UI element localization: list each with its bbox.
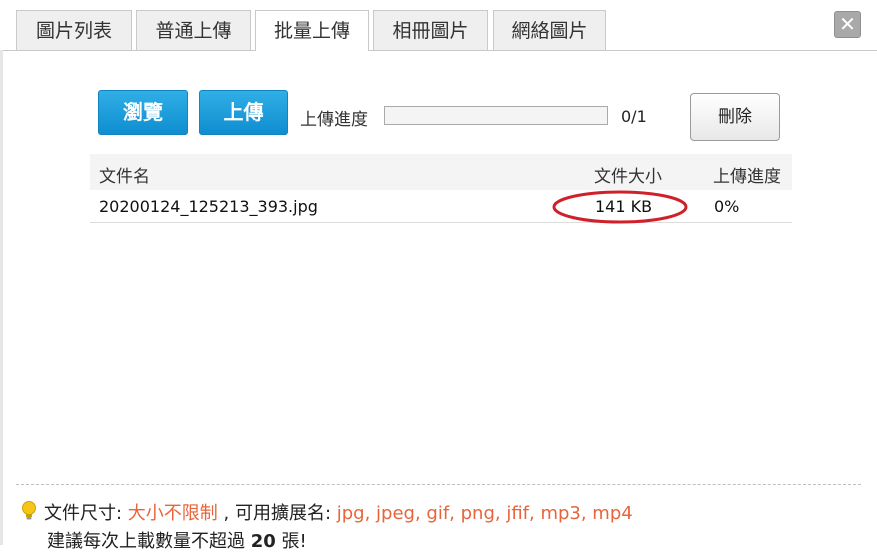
- upload-tip-count: 20: [250, 531, 276, 552]
- file-progress-cell: 0%: [714, 197, 740, 216]
- browse-button[interactable]: 瀏覽: [98, 90, 188, 135]
- column-header-progress: 上傳進度: [713, 167, 781, 187]
- tab-web-images[interactable]: 網絡圖片: [493, 10, 606, 50]
- file-size-label: 文件尺寸:: [44, 503, 128, 524]
- tab-batch-upload[interactable]: 批量上傳: [255, 10, 369, 51]
- progress-bar: [384, 106, 608, 125]
- close-icon[interactable]: ✕: [834, 11, 861, 38]
- footer-info-line: 文件尺寸: 大小不限制 , 可用擴展名: jpg, jpeg, gif, png…: [20, 499, 633, 526]
- tab-image-list[interactable]: 圖片列表: [16, 10, 132, 50]
- tab-album-images[interactable]: 相冊圖片: [373, 10, 488, 50]
- upload-tip-prefix: 建議每次上載數量不超過: [47, 531, 251, 552]
- column-header-filename: 文件名: [99, 167, 150, 187]
- file-table-header: 文件名 文件大小 上傳進度: [90, 154, 792, 190]
- delete-button[interactable]: 刪除: [690, 93, 780, 141]
- upload-tip: 建議每次上載數量不超過 20 張!: [47, 527, 307, 553]
- panel-left-border: [0, 50, 3, 545]
- extension-list: jpg, jpeg, gif, png, jfif, mp3, mp4: [336, 503, 633, 524]
- tab-normal-upload[interactable]: 普通上傳: [136, 10, 251, 50]
- progress-label: 上傳進度: [300, 110, 368, 130]
- upload-tip-suffix: 張!: [275, 531, 307, 552]
- upload-button[interactable]: 上傳: [199, 90, 288, 135]
- file-size-value: 大小不限制: [127, 503, 218, 524]
- progress-count: 0/1: [621, 107, 647, 126]
- extension-label: , 可用擴展名:: [217, 503, 337, 524]
- column-header-filesize: 文件大小: [594, 167, 662, 187]
- footer-divider: [16, 484, 861, 485]
- tab-bar: 圖片列表 普通上傳 批量上傳 相冊圖片 網絡圖片 ✕: [0, 0, 877, 51]
- file-name-cell: 20200124_125213_393.jpg: [99, 197, 318, 216]
- highlight-circle: [552, 190, 688, 224]
- lightbulb-icon: [20, 501, 38, 526]
